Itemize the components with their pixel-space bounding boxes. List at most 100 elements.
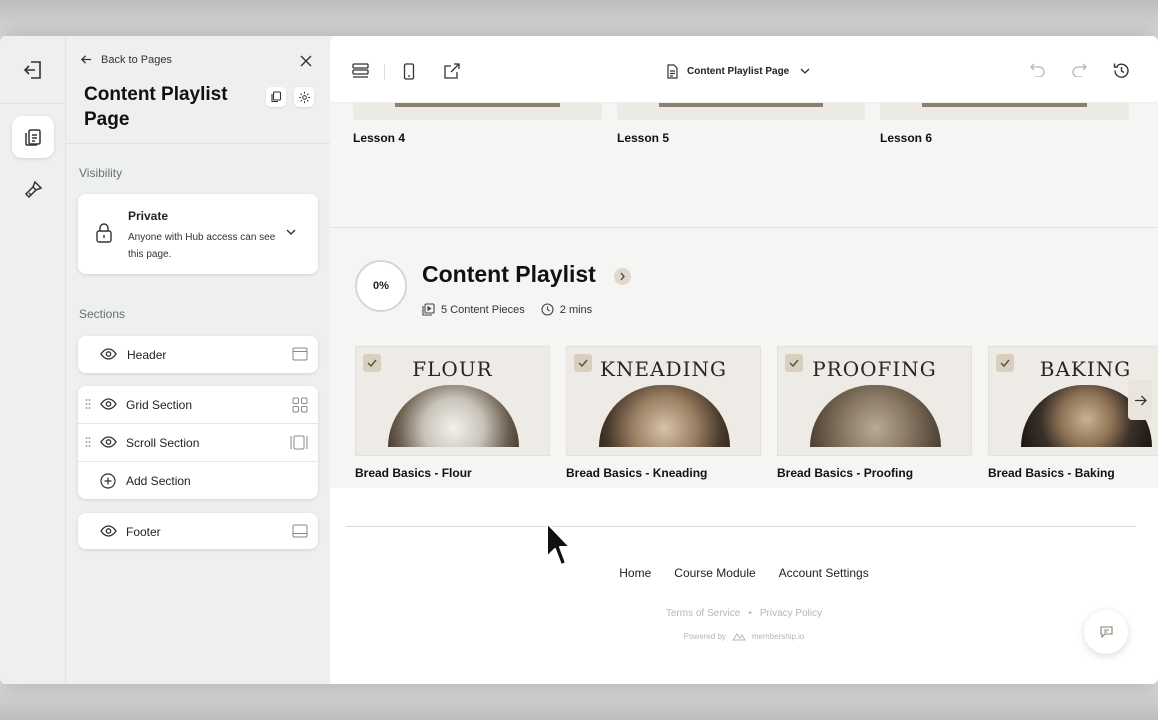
pages-icon xyxy=(24,129,41,146)
terms-link[interactable]: Terms of Service xyxy=(666,608,740,619)
footer-link-course-module[interactable]: Course Module xyxy=(674,566,755,580)
content-title: Bread Basics - Baking xyxy=(988,466,1115,480)
left-rail xyxy=(0,36,66,684)
playlist-meta: 5 Content Pieces 2 mins xyxy=(422,303,592,316)
eye-icon[interactable] xyxy=(100,524,117,538)
lesson-thumbnail[interactable] xyxy=(353,103,602,120)
playlist-title: Content Playlist xyxy=(422,261,596,287)
add-section-label: Add Section xyxy=(126,473,191,488)
content-thumbnail[interactable]: PROOFING xyxy=(777,346,972,456)
add-section-button[interactable]: Add Section xyxy=(78,462,318,499)
playlist-open-button[interactable] xyxy=(614,268,631,285)
external-link-icon[interactable] xyxy=(443,62,461,80)
drag-handle-icon[interactable] xyxy=(85,436,91,448)
header-layout-icon xyxy=(292,347,308,361)
content-pieces-count: 5 Content Pieces xyxy=(441,303,525,316)
check-icon xyxy=(1000,359,1010,367)
sidebar-divider xyxy=(66,143,330,144)
eye-icon[interactable] xyxy=(100,397,117,411)
back-to-pages-link[interactable]: Back to Pages xyxy=(80,53,172,66)
section-footer[interactable]: Footer xyxy=(78,513,318,549)
scroll-next-button[interactable] xyxy=(1128,380,1152,420)
close-button[interactable] xyxy=(300,54,312,72)
completed-checkbox[interactable] xyxy=(574,354,592,372)
duplicate-page-button[interactable] xyxy=(266,87,286,107)
content-card[interactable]: KNEADING Bread Basics - Kneading xyxy=(566,346,761,480)
page-selector[interactable]: Content Playlist Page xyxy=(666,64,810,79)
exit-icon xyxy=(23,60,41,79)
completed-checkbox[interactable] xyxy=(785,354,803,372)
footer-link-account-settings[interactable]: Account Settings xyxy=(779,566,869,580)
editor-window: Back to Pages Content Playlist Page Visi… xyxy=(0,36,1158,684)
thumbnail-photo xyxy=(599,385,730,447)
eye-icon[interactable] xyxy=(100,435,117,449)
scroll-layout-icon xyxy=(290,435,308,450)
check-icon xyxy=(367,359,377,367)
legal-separator: • xyxy=(748,608,752,619)
visibility-dropdown[interactable]: Private Anyone with Hub access can see t… xyxy=(78,194,318,274)
plus-circle-icon xyxy=(100,473,116,489)
lesson-thumbnail[interactable] xyxy=(880,103,1129,120)
lesson-title[interactable]: Lesson 6 xyxy=(880,131,932,145)
check-icon xyxy=(789,359,799,367)
section-header[interactable]: Header xyxy=(78,336,318,373)
footer-layout-icon xyxy=(292,524,308,538)
brand-name: membership.io xyxy=(751,632,805,641)
section-scroll[interactable]: Scroll Section xyxy=(78,424,318,461)
lesson-thumbnail[interactable] xyxy=(617,103,865,120)
mobile-view-icon[interactable] xyxy=(403,63,415,80)
lesson-title[interactable]: Lesson 4 xyxy=(353,131,405,145)
history-icon[interactable] xyxy=(1113,62,1130,79)
thumbnail-photo xyxy=(810,385,941,447)
thumbnail-photo xyxy=(388,385,519,447)
completed-checkbox[interactable] xyxy=(363,354,381,372)
editor-main: Content Playlist Page Lesson 4 Lesson 5 … xyxy=(330,36,1158,684)
redo-icon[interactable] xyxy=(1072,63,1087,77)
desktop-view-icon[interactable] xyxy=(352,63,369,80)
content-card[interactable]: PROOFING Bread Basics - Proofing xyxy=(777,346,972,480)
check-icon xyxy=(578,359,588,367)
mouse-cursor-icon xyxy=(546,522,571,566)
video-library-icon xyxy=(422,303,435,316)
lesson-title[interactable]: Lesson 5 xyxy=(617,131,669,145)
content-thumbnail[interactable]: KNEADING xyxy=(566,346,761,456)
close-icon xyxy=(300,55,312,67)
chevron-right-icon xyxy=(620,272,625,281)
back-label: Back to Pages xyxy=(101,53,172,66)
content-thumbnail[interactable]: FLOUR xyxy=(355,346,550,456)
pages-button[interactable] xyxy=(11,116,54,158)
copy-icon xyxy=(271,91,282,103)
lock-icon xyxy=(96,223,112,243)
arrow-right-icon xyxy=(1134,395,1147,405)
undo-icon[interactable] xyxy=(1030,63,1045,77)
document-icon xyxy=(667,64,678,79)
drag-handle-icon[interactable] xyxy=(85,398,91,410)
playlist-duration: 2 mins xyxy=(559,303,593,316)
visibility-label: Visibility xyxy=(79,166,123,180)
thumbnail-word: FLOUR xyxy=(412,357,493,381)
thumbnail-word: PROOFING xyxy=(812,357,937,381)
content-card[interactable]: FLOUR Bread Basics - Flour xyxy=(355,346,550,480)
footer-link-home[interactable]: Home xyxy=(619,566,651,580)
privacy-link[interactable]: Privacy Policy xyxy=(760,608,822,619)
eye-icon[interactable] xyxy=(100,347,117,361)
footer-nav: Home Course Module Account Settings xyxy=(330,566,1158,580)
chat-icon xyxy=(1099,626,1113,638)
page-settings-button[interactable] xyxy=(294,87,314,107)
visibility-description: Anyone with Hub access can see this page… xyxy=(128,232,276,260)
design-button[interactable] xyxy=(12,169,54,211)
membership-logo-icon xyxy=(731,633,746,641)
section-scroll-label: Scroll Section xyxy=(126,435,200,450)
powered-by: Powered by membership.io xyxy=(330,632,1158,641)
completed-checkbox[interactable] xyxy=(996,354,1014,372)
legal-links: Terms of Service • Privacy Policy xyxy=(330,608,1158,619)
thumbnail-word: BAKING xyxy=(1039,357,1132,381)
page-footer: Home Course Module Account Settings Term… xyxy=(330,488,1158,684)
brush-icon xyxy=(24,180,42,199)
section-footer-label: Footer xyxy=(126,524,161,539)
chat-button[interactable] xyxy=(1084,610,1128,654)
section-header-label: Header xyxy=(127,347,167,362)
editor-toolbar: Content Playlist Page xyxy=(330,36,1158,103)
section-grid[interactable]: Grid Section xyxy=(78,386,318,423)
exit-button[interactable] xyxy=(0,36,65,104)
